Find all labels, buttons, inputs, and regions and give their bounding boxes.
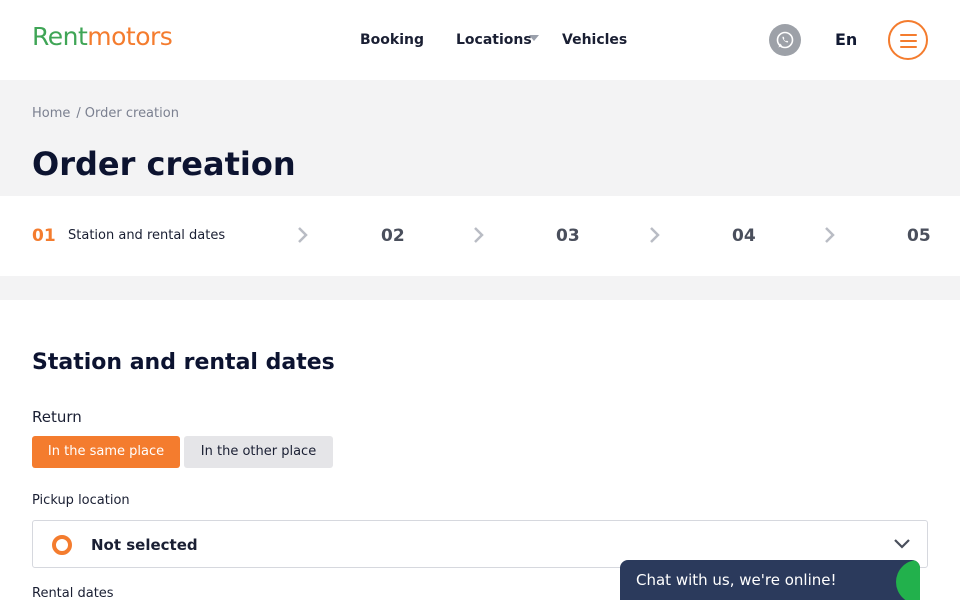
whatsapp-icon (776, 31, 794, 49)
section-divider (0, 276, 960, 300)
rental-dates-label: Rental dates (32, 586, 114, 600)
online-status-icon (896, 560, 920, 600)
site-header: Rentmotors Booking Locations Vehicles En (0, 0, 960, 80)
rentmotors-logo[interactable]: Rentmotors (32, 22, 173, 52)
step-5-number[interactable]: 05 (907, 226, 931, 246)
breadcrumb: Home / Order creation (32, 105, 179, 123)
breadcrumb-home[interactable]: Home (32, 106, 70, 121)
logo-text-motors: motors (87, 22, 173, 51)
menu-icon (900, 46, 917, 48)
step-1-label[interactable]: Station and rental dates (68, 227, 225, 245)
chevron-right-icon (474, 227, 484, 243)
return-same-place-button[interactable]: In the same place (32, 436, 180, 468)
language-selector[interactable]: En (835, 30, 857, 50)
chevron-right-icon (825, 227, 835, 243)
chat-widget-text: Chat with us, we're online! (636, 571, 837, 589)
nav-locations[interactable]: Locations (456, 31, 532, 49)
page-title: Order creation (32, 145, 296, 183)
pickup-location-label: Pickup location (32, 493, 130, 508)
menu-icon (900, 40, 917, 42)
menu-icon (900, 34, 917, 36)
chat-widget[interactable]: Chat with us, we're online! (620, 560, 920, 600)
return-other-place-button[interactable]: In the other place (184, 436, 333, 468)
order-form: Station and rental dates Return In the s… (0, 300, 960, 600)
step-2-number[interactable]: 02 (381, 226, 405, 246)
chevron-right-icon (298, 227, 308, 243)
chevron-right-icon (650, 227, 660, 243)
chevron-down-icon (894, 539, 910, 549)
step-1-number[interactable]: 01 (32, 226, 56, 246)
step-3-number[interactable]: 03 (556, 226, 580, 246)
page-title-section: Home / Order creation Order creation (0, 80, 960, 196)
order-stepper: 01 Station and rental dates 02 03 04 05 (0, 196, 960, 276)
return-label: Return (32, 408, 82, 426)
whatsapp-button[interactable] (769, 24, 801, 56)
breadcrumb-current: Order creation (84, 106, 179, 121)
location-ring-icon (52, 535, 72, 555)
nav-vehicles[interactable]: Vehicles (562, 31, 627, 49)
section-title: Station and rental dates (32, 350, 335, 375)
pickup-location-value: Not selected (91, 536, 198, 554)
step-4-number[interactable]: 04 (732, 226, 756, 246)
chevron-down-icon[interactable] (529, 35, 539, 41)
nav-booking[interactable]: Booking (360, 31, 424, 49)
breadcrumb-separator: / (76, 106, 81, 121)
menu-button[interactable] (888, 20, 928, 60)
logo-text-rent: Rent (32, 22, 88, 51)
